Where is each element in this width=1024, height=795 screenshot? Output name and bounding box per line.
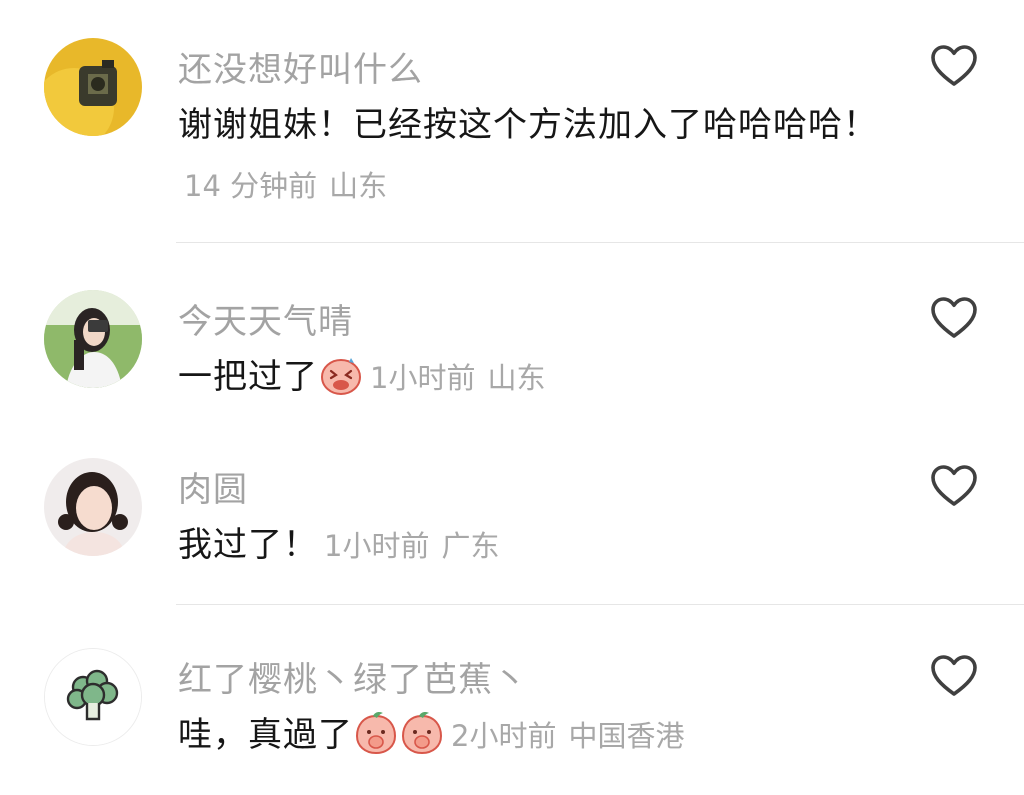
comment-meta: 2小时前 中国香港 (451, 719, 684, 753)
comment-text: 一把过了 (178, 357, 318, 397)
comment-text: 我过了！ (178, 525, 318, 565)
divider (176, 242, 1024, 243)
heart-icon (931, 297, 977, 338)
like-button[interactable] (930, 654, 978, 698)
avatar-girl-portrait (44, 458, 142, 556)
like-button[interactable] (930, 464, 978, 508)
comment-time: 1小时前 (324, 529, 430, 563)
like-button[interactable] (930, 44, 978, 88)
comment-location: 山东 (329, 169, 388, 203)
comment-content: 哇，真過了 2小时前 中国香港 (178, 705, 878, 766)
comment-time: 14 分钟前 (184, 169, 318, 203)
comment-location: 广东 (441, 529, 500, 563)
heart-icon (931, 465, 977, 506)
comment-meta: 1小时前 山东 (370, 361, 545, 395)
comment-time: 1小时前 (370, 361, 476, 395)
avatar[interactable] (44, 290, 142, 388)
comment-meta: 1小时前 广东 (324, 529, 499, 563)
divider (176, 604, 1024, 605)
comment-content: 我过了！ 1小时前 广东 (178, 515, 878, 576)
comment-meta: 14 分钟前 山东 (184, 169, 387, 203)
comment-text: 谢谢姐妹！已经按这个方法加入了哈哈哈哈！ (178, 105, 878, 145)
avatar[interactable] (44, 458, 142, 556)
heart-icon (931, 45, 977, 86)
avatar[interactable] (44, 648, 142, 746)
comment-location: 山东 (487, 361, 546, 395)
comment-username[interactable]: 红了樱桃丶绿了芭蕉丶 (178, 652, 528, 701)
avatar-broccoli-icon (45, 649, 141, 745)
covering-mouth-peach-emoji (399, 710, 445, 756)
avatar-yellow-camera-icon (44, 38, 142, 136)
laughing-pig-emoji (318, 352, 364, 398)
comment-text: 哇，真過了 (178, 715, 353, 755)
comment-content: 一把过了 1小时前 山东 (178, 347, 878, 408)
comment-username[interactable]: 今天天气晴 (178, 294, 353, 343)
avatar[interactable] (44, 38, 142, 136)
comment-location: 中国香港 (568, 719, 685, 753)
like-button[interactable] (930, 296, 978, 340)
comment-username[interactable]: 还没想好叫什么 (178, 42, 423, 91)
comment-content: 谢谢姐妹！已经按这个方法加入了哈哈哈哈！ 14 分钟前 山东 (178, 95, 878, 216)
comment-time: 2小时前 (451, 719, 557, 753)
covering-mouth-peach-emoji (353, 710, 399, 756)
comment-username[interactable]: 肉圆 (178, 462, 248, 511)
heart-icon (931, 655, 977, 696)
avatar-girl-photographing (44, 290, 142, 388)
